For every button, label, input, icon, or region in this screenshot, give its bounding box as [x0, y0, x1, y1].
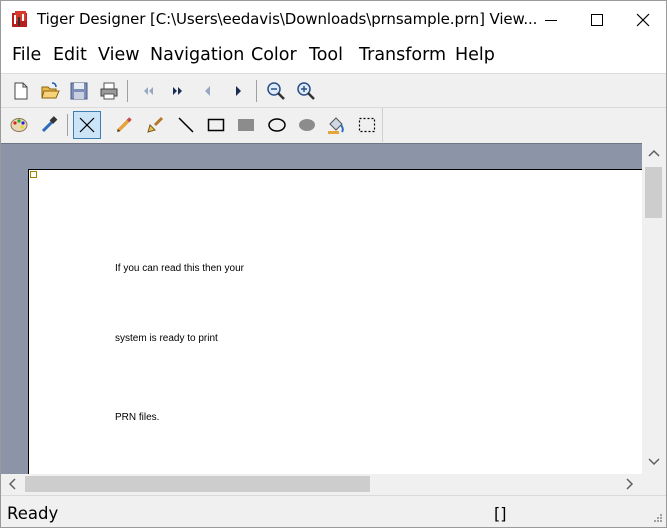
- marquee-select-icon: [358, 117, 376, 133]
- brush-icon: [147, 116, 164, 133]
- new-document-button[interactable]: [7, 77, 35, 105]
- brush-button[interactable]: [141, 111, 169, 139]
- line-icon: [178, 117, 194, 133]
- rectangle-tool-button[interactable]: [202, 111, 230, 139]
- first-page-icon: [144, 87, 153, 95]
- zoom-out-icon: [267, 82, 285, 100]
- menu-transform[interactable]: Transform: [359, 45, 446, 65]
- save-button[interactable]: [65, 77, 93, 105]
- tiger-app-icon: [12, 11, 27, 27]
- document-text-line: system is ready to print: [115, 333, 218, 344]
- print-button[interactable]: [95, 77, 123, 105]
- zoom-out-button[interactable]: [262, 77, 290, 105]
- close-button[interactable]: [620, 1, 666, 39]
- zoom-in-button[interactable]: [292, 77, 320, 105]
- ellipse-icon: [268, 118, 286, 132]
- print-icon: [100, 82, 118, 100]
- scrollbar-corner: [642, 474, 666, 494]
- scroll-right-arrow-icon[interactable]: [625, 478, 635, 490]
- main-toolbar: [1, 74, 323, 108]
- save-disk-icon: [70, 82, 88, 100]
- menu-edit[interactable]: Edit: [53, 45, 87, 65]
- open-button[interactable]: [36, 77, 64, 105]
- last-page-button[interactable]: [164, 77, 192, 105]
- document-text-line: PRN files.: [115, 412, 160, 423]
- menu-file[interactable]: File: [12, 45, 41, 65]
- next-page-icon: [236, 86, 241, 96]
- previous-page-button[interactable]: [194, 77, 222, 105]
- filled-rectangle-icon: [238, 119, 254, 131]
- scroll-up-arrow-icon[interactable]: [648, 149, 660, 159]
- select-cross-button[interactable]: [73, 111, 101, 139]
- toolbar-separator: [256, 80, 257, 102]
- line-tool-button[interactable]: [172, 111, 200, 139]
- marquee-select-button[interactable]: [353, 111, 381, 139]
- ellipse-tool-button[interactable]: [263, 111, 291, 139]
- status-indicator: []: [494, 504, 507, 523]
- select-cross-icon: [79, 117, 95, 133]
- scroll-left-arrow-icon[interactable]: [8, 478, 18, 490]
- pencil-icon: [116, 117, 132, 133]
- menu-color[interactable]: Color: [251, 45, 297, 65]
- tools-toolbar: [1, 108, 383, 142]
- scroll-down-arrow-icon[interactable]: [648, 457, 660, 467]
- menu-navigation[interactable]: Navigation: [150, 45, 244, 65]
- toolbar-separator: [67, 114, 68, 136]
- rectangle-icon: [207, 118, 225, 132]
- eyedropper-button[interactable]: [35, 111, 63, 139]
- horizontal-scrollbar[interactable]: [1, 474, 642, 494]
- toolbar-separator: [127, 80, 128, 102]
- document-page[interactable]: If you can read this then your system is…: [28, 169, 642, 475]
- open-folder-icon: [41, 82, 60, 99]
- filled-rectangle-tool-button[interactable]: [232, 111, 260, 139]
- maximize-icon: [591, 14, 603, 26]
- close-icon: [636, 13, 650, 27]
- minimize-button[interactable]: [528, 1, 574, 39]
- minimize-icon: [545, 20, 557, 21]
- color-palette-button[interactable]: [5, 111, 33, 139]
- fill-bucket-button[interactable]: [322, 111, 350, 139]
- maximize-button[interactable]: [574, 1, 620, 39]
- filled-ellipse-tool-button[interactable]: [293, 111, 321, 139]
- menu-bar: File Edit View Navigation Color Tool Tra…: [1, 39, 666, 74]
- application-window: Tiger Designer [C:\Users\eedavis\Downloa…: [0, 0, 667, 528]
- vertical-scrollbar[interactable]: [642, 143, 666, 474]
- next-page-button[interactable]: [224, 77, 252, 105]
- eyedropper-icon: [41, 116, 58, 133]
- color-palette-icon: [10, 118, 28, 132]
- title-bar[interactable]: Tiger Designer [C:\Users\eedavis\Downloa…: [1, 1, 666, 39]
- menu-tool[interactable]: Tool: [309, 45, 343, 65]
- last-page-icon: [173, 87, 182, 95]
- menu-view[interactable]: View: [98, 45, 140, 65]
- new-document-icon: [14, 82, 28, 100]
- status-bar: Ready []: [1, 495, 666, 527]
- document-text-line: If you can read this then your: [115, 263, 244, 274]
- first-page-button[interactable]: [134, 77, 162, 105]
- vertical-scroll-thumb[interactable]: [645, 167, 662, 218]
- menu-help[interactable]: Help: [455, 45, 495, 65]
- window-title: Tiger Designer [C:\Users\eedavis\Downloa…: [37, 10, 538, 28]
- document-workspace[interactable]: If you can read this then your system is…: [1, 143, 642, 475]
- previous-page-icon: [205, 86, 210, 96]
- filled-ellipse-icon: [299, 119, 315, 131]
- resize-grip-icon[interactable]: [651, 513, 663, 525]
- zoom-in-icon: [297, 82, 315, 100]
- horizontal-scroll-thumb[interactable]: [25, 476, 370, 492]
- status-text: Ready: [7, 504, 59, 523]
- selection-handle[interactable]: [30, 171, 37, 178]
- pencil-button[interactable]: [110, 111, 138, 139]
- fill-bucket-icon: [328, 117, 344, 134]
